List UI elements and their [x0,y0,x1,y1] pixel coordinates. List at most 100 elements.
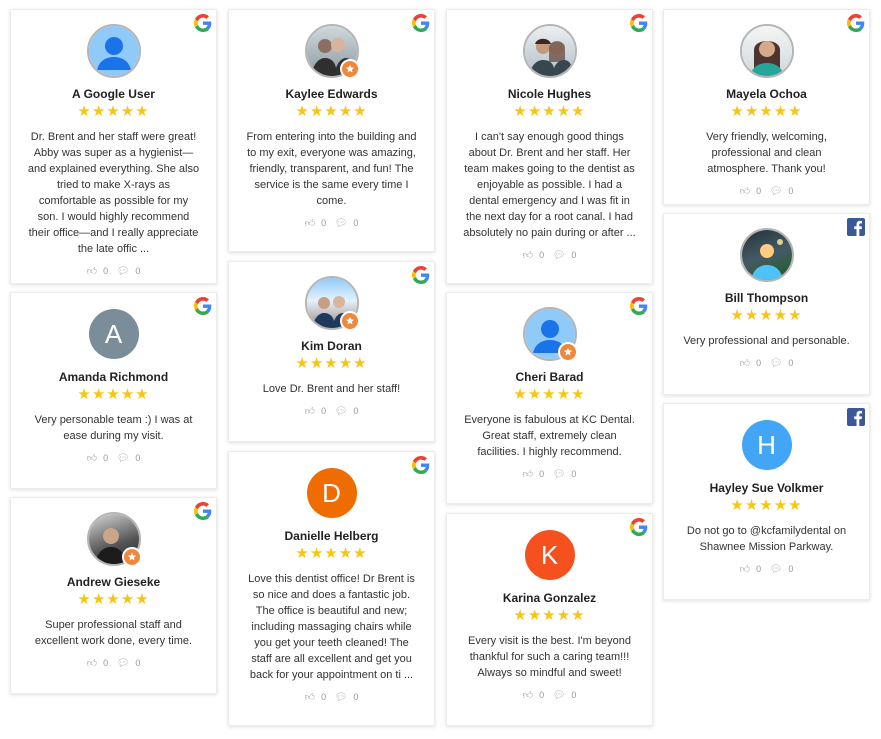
review-card: A Google User ★★★★★ Dr. Brent and her st… [10,9,217,284]
comment-count: 0 [135,453,141,463]
like-count: 0 [756,186,762,196]
thumbs-up-icon[interactable]: 👍︎ [305,406,315,417]
comment-icon[interactable]: 💬︎ [770,564,783,575]
review-card: K Karina Gonzalez ★★★★★ Every visit is t… [446,513,653,726]
comment-icon[interactable]: 💬︎ [335,218,348,229]
google-icon[interactable] [194,297,212,315]
avatar[interactable] [739,228,794,282]
review-text: Do not go to @kcfamilydental on Shawnee … [686,525,847,553]
star-rating: ★★★★★ [295,545,368,562]
google-icon[interactable] [847,14,865,32]
avatar[interactable] [522,24,577,78]
avatar[interactable]: A [86,307,141,361]
star-rating: ★★★★★ [513,386,586,403]
avatar[interactable] [86,512,142,567]
comment-icon[interactable]: 💬︎ [335,692,348,703]
reviewer-name[interactable]: Kim Doran [229,339,434,353]
thumbs-up-icon[interactable]: 👍︎ [305,692,315,703]
review-card: A Amanda Richmond ★★★★★ Very personable … [10,292,217,489]
google-icon[interactable] [630,297,648,315]
avatar[interactable]: H [739,418,794,472]
reviewer-name[interactable]: A Google User [11,87,216,101]
comment-count: 0 [788,186,794,196]
reviewer-name[interactable]: Cheri Barad [447,370,652,384]
review-actions: 👍︎ 0 💬︎ 0 [447,468,652,480]
avatar[interactable] [522,307,578,362]
thumbs-up-icon[interactable]: 👍︎ [523,250,533,261]
comment-count: 0 [571,250,577,260]
thumbs-up-icon[interactable]: 👍︎ [740,186,750,197]
comment-count: 0 [571,690,577,700]
avatar[interactable] [304,276,360,331]
facebook-icon[interactable] [847,408,865,426]
thumbs-up-icon[interactable]: 👍︎ [305,218,315,229]
reviewer-name[interactable]: Andrew Gieseke [11,575,216,589]
reviewer-name[interactable]: Bill Thompson [664,291,869,305]
comment-icon[interactable]: 💬︎ [335,406,348,417]
avatar[interactable] [86,24,141,78]
thumbs-up-icon[interactable]: 👍︎ [740,564,750,575]
review-actions: 👍︎ 0 💬︎ 0 [229,217,434,229]
local-guide-badge [339,59,360,79]
thumbs-up-icon[interactable]: 👍︎ [523,469,533,480]
comment-icon[interactable]: 💬︎ [117,658,130,669]
review-text: Very professional and personable. [683,335,850,347]
comment-icon[interactable]: 💬︎ [553,690,566,701]
reviewer-name[interactable]: Nicole Hughes [447,87,652,101]
comment-count: 0 [353,218,359,228]
google-icon[interactable] [630,518,648,536]
google-icon[interactable] [412,14,430,32]
comment-icon[interactable]: 💬︎ [770,358,783,369]
avatar[interactable] [739,24,794,78]
star-rating: ★★★★★ [513,607,586,624]
google-icon[interactable] [194,502,212,520]
person-photo [749,41,784,76]
thumbs-up-icon[interactable]: 👍︎ [87,658,97,669]
avatar[interactable]: K [522,528,577,582]
reviewer-name[interactable]: Amanda Richmond [11,370,216,384]
review-card: Kim Doran ★★★★★ Love Dr. Brent and her s… [228,261,435,442]
star-rating: ★★★★★ [730,103,803,120]
star-rating: ★★★★★ [730,497,803,514]
review-actions: 👍︎ 0 💬︎ 0 [664,185,869,197]
like-count: 0 [321,406,327,416]
facebook-icon[interactable] [847,218,865,236]
reviewer-name[interactable]: Mayela Ochoa [664,87,869,101]
reviewer-name[interactable]: Danielle Helberg [229,529,434,543]
thumbs-up-icon[interactable]: 👍︎ [87,453,97,464]
comment-icon[interactable]: 💬︎ [117,453,130,464]
review-actions: 👍︎ 0 💬︎ 0 [664,357,869,369]
review-actions: 👍︎ 0 💬︎ 0 [229,691,434,703]
review-actions: 👍︎ 0 💬︎ 0 [447,249,652,261]
thumbs-up-icon[interactable]: 👍︎ [523,690,533,701]
comment-count: 0 [788,358,794,368]
comment-icon[interactable]: 💬︎ [117,266,130,277]
review-text: I can't say enough good things about Dr.… [463,131,636,239]
star-rating: ★★★★★ [77,386,150,403]
comment-icon[interactable]: 💬︎ [770,186,783,197]
reviewer-name[interactable]: Kaylee Edwards [229,87,434,101]
couple-photo [528,38,573,76]
review-text: Dr. Brent and her staff were great! Abby… [27,131,200,255]
comment-count: 0 [353,406,359,416]
avatar[interactable] [304,24,360,79]
avatar-letter: K [540,539,559,570]
comment-count: 0 [353,692,359,702]
local-guide-badge [121,547,142,567]
google-icon[interactable] [412,266,430,284]
like-count: 0 [756,358,762,368]
thumbs-up-icon[interactable]: 👍︎ [87,266,97,277]
review-card: Mayela Ochoa ★★★★★ Very friendly, welcom… [663,9,870,205]
comment-icon[interactable]: 💬︎ [553,250,566,261]
review-text: Love Dr. Brent and her staff! [262,383,401,395]
google-icon[interactable] [412,456,430,474]
reviewer-name[interactable]: Hayley Sue Volkmer [664,481,869,495]
google-icon[interactable] [630,14,648,32]
google-icon[interactable] [194,14,212,32]
avatar[interactable]: D [304,466,359,520]
thumbs-up-icon[interactable]: 👍︎ [740,358,750,369]
reviewer-name[interactable]: Karina Gonzalez [447,591,652,605]
comment-icon[interactable]: 💬︎ [553,469,566,480]
review-card: Kaylee Edwards ★★★★★ From entering into … [228,9,435,252]
comment-count: 0 [788,564,794,574]
